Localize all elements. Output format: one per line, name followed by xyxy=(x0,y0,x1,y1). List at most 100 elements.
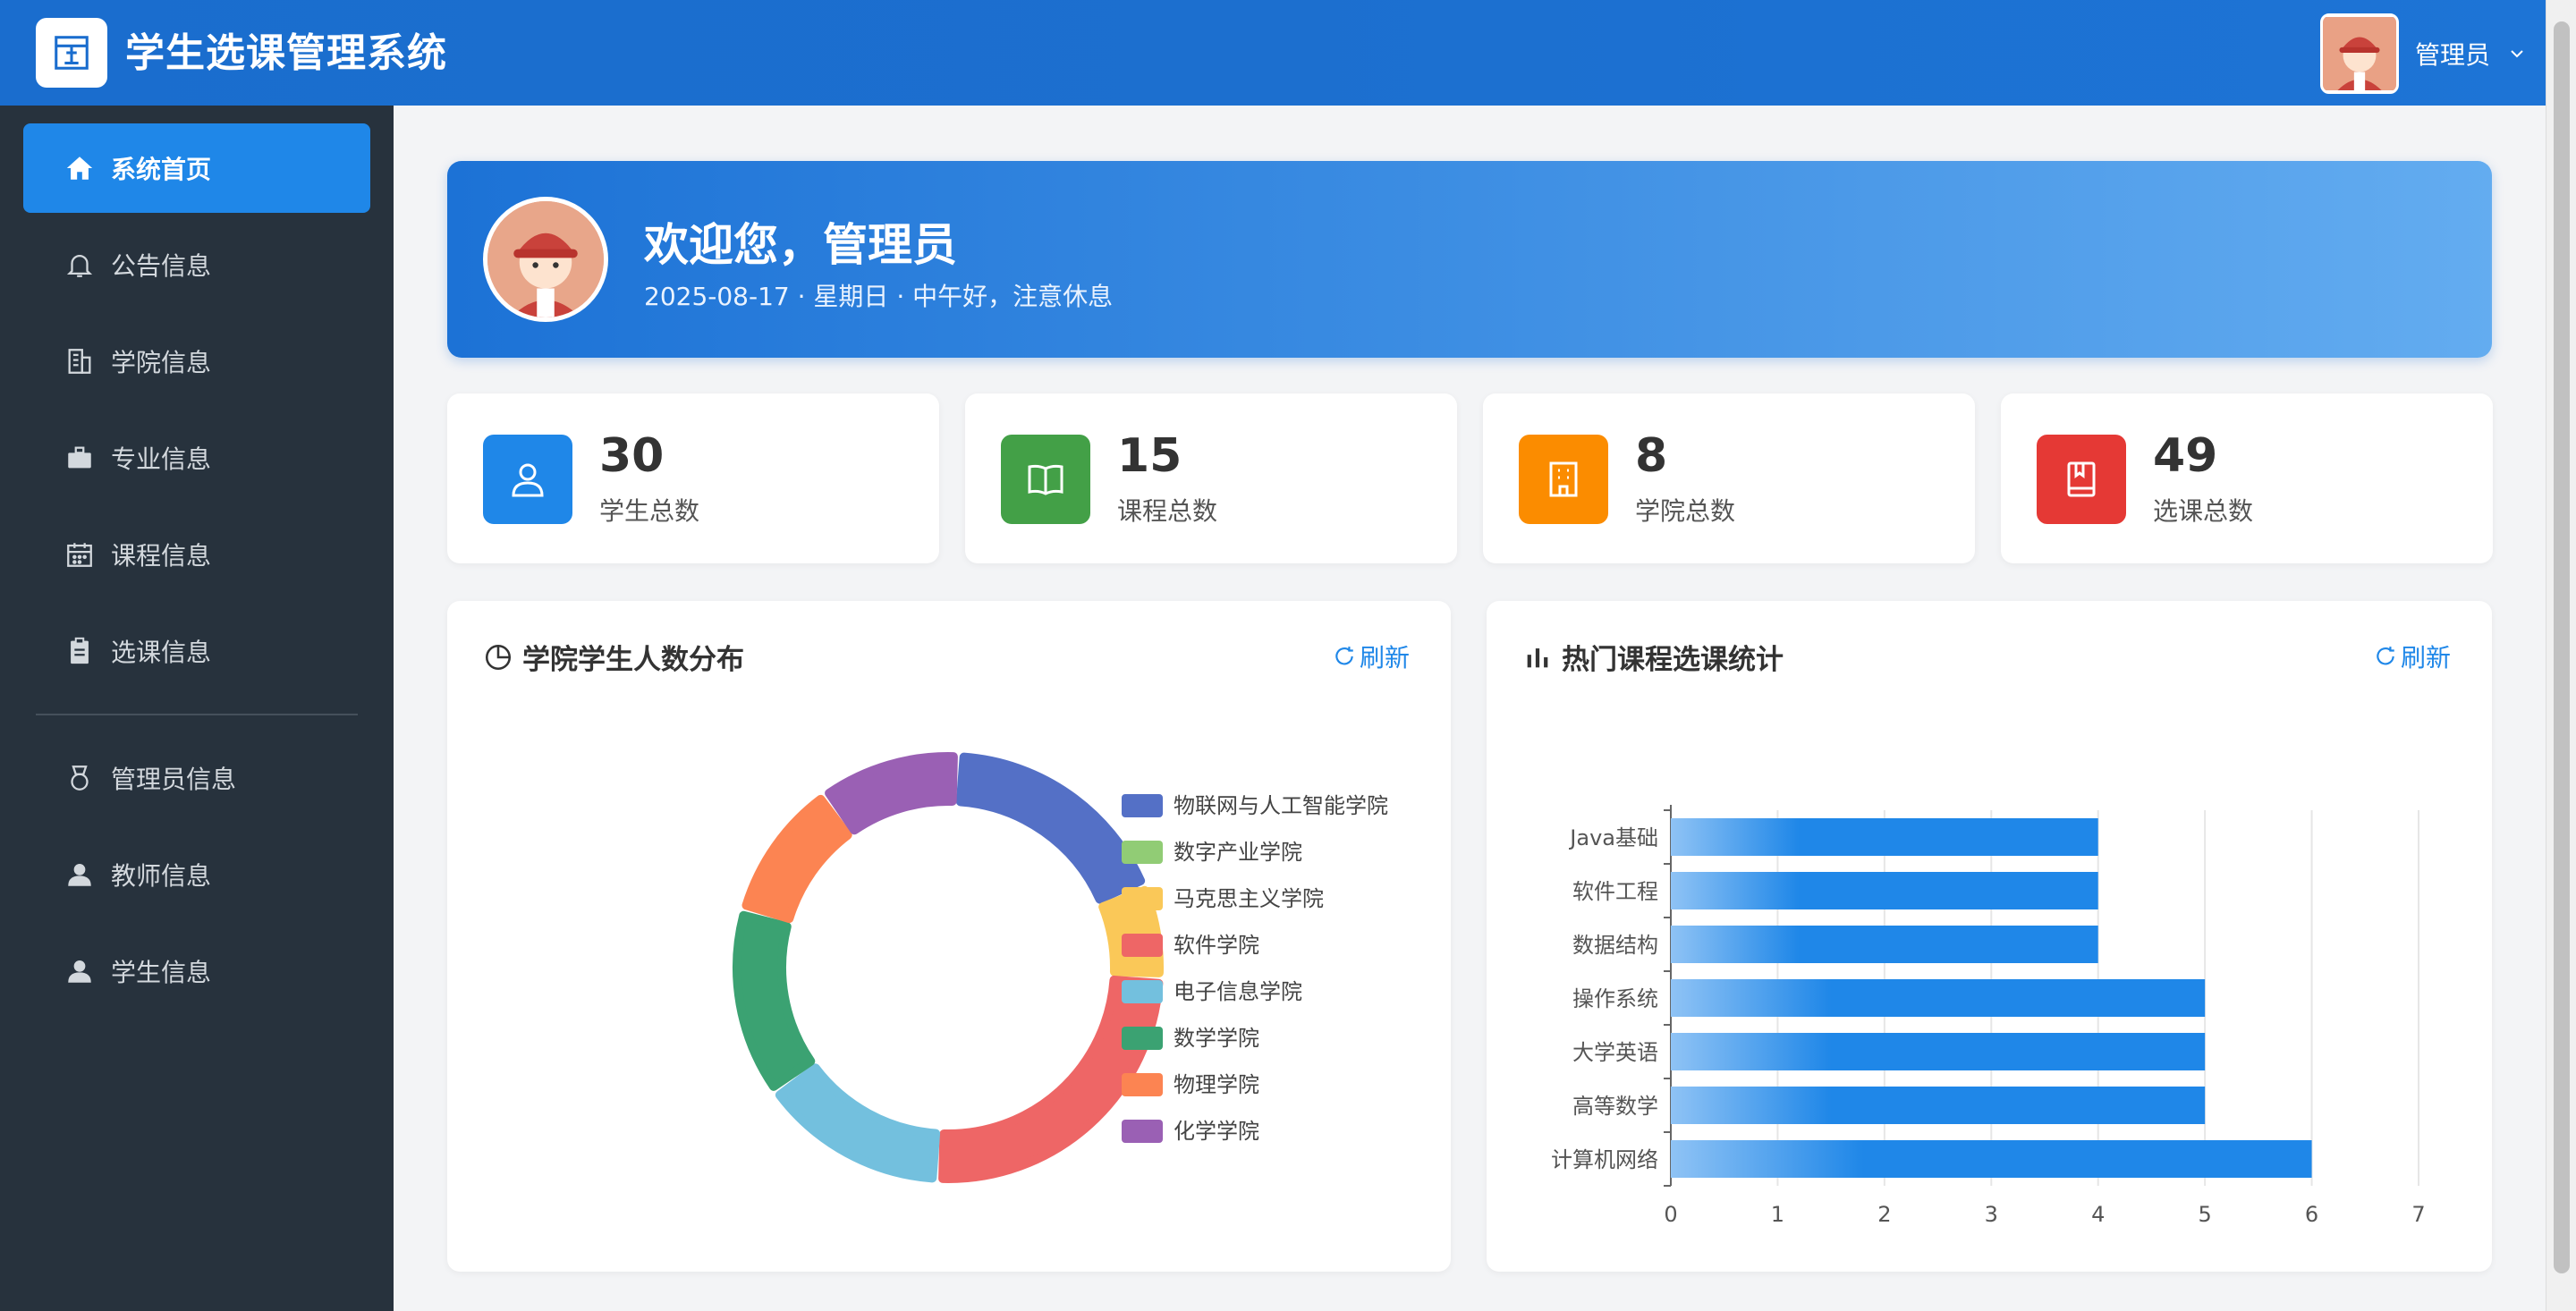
building-icon xyxy=(1549,461,1578,497)
legend-label[interactable]: 物理学院 xyxy=(1174,1072,1259,1097)
stat-card-students: 30 学生总数 xyxy=(447,393,939,563)
x-tick-label: 7 xyxy=(2411,1202,2425,1227)
bookmark-book-icon xyxy=(2067,461,2096,497)
x-tick-label: 4 xyxy=(2091,1202,2105,1227)
sidebar: 系统首页 公告信息 学院信息 专业信息 课程信息 选课信息 管理员信息 教师信息… xyxy=(0,106,394,1311)
calendar-icon xyxy=(67,543,92,567)
legend-swatch[interactable] xyxy=(1122,934,1163,957)
bar[interactable] xyxy=(1671,979,2206,1017)
y-tick-label: 软件工程 xyxy=(1572,879,1658,904)
pie-slice[interactable] xyxy=(733,910,816,1091)
legend-label[interactable]: 软件学院 xyxy=(1174,933,1259,958)
page-scrollbar[interactable] xyxy=(2546,0,2576,1311)
legend-label[interactable]: 数学学院 xyxy=(1174,1026,1259,1051)
avatar xyxy=(483,197,608,322)
pie-slice[interactable] xyxy=(775,1063,941,1183)
stat-label: 选课总数 xyxy=(2153,496,2254,526)
top-header: 学生选课管理系统 管理员 xyxy=(0,0,2576,106)
legend-swatch[interactable] xyxy=(1122,1120,1163,1143)
bar[interactable] xyxy=(1671,872,2098,909)
sidebar-item-students[interactable]: 学生信息 xyxy=(23,926,370,1016)
user-icon xyxy=(68,960,91,983)
medal-icon xyxy=(71,765,89,791)
bar[interactable] xyxy=(1671,1087,2206,1124)
sidebar-item-teachers[interactable]: 教师信息 xyxy=(23,830,370,919)
x-tick-label: 2 xyxy=(1877,1202,1891,1227)
stat-icon-box xyxy=(2037,435,2126,524)
pie-slice[interactable] xyxy=(955,752,1146,904)
welcome-subtitle: 2025-08-17 · 星期日 · 中午好，注意休息 xyxy=(644,282,1114,311)
sidebar-divider xyxy=(36,714,358,715)
popular-courses-panel: 热门课程选课统计 刷新 0 1 2 3 4 5 6 7 Java基础 软件工程 数据结构 操作系统 大学… xyxy=(1487,601,2492,1272)
bar[interactable] xyxy=(1671,1140,2312,1178)
bar[interactable] xyxy=(1671,926,2098,963)
x-tick-label: 3 xyxy=(1985,1202,1998,1227)
clipboard-icon xyxy=(71,637,89,664)
stat-value: 30 xyxy=(599,429,665,483)
legend-swatch[interactable] xyxy=(1122,980,1163,1003)
bar-chart: 0 1 2 3 4 5 6 7 Java基础软件工程数据结构操作系统大学英语高等数学计算机网络 xyxy=(1551,805,2426,1227)
y-tick-label: 计算机网络 xyxy=(1551,1147,1658,1172)
sidebar-item-label: 系统首页 xyxy=(111,155,212,184)
stat-value: 8 xyxy=(1635,429,1668,483)
sidebar-item-courses[interactable]: 课程信息 xyxy=(23,510,370,599)
stat-label: 课程总数 xyxy=(1117,496,1218,526)
sidebar-item-label: 学生信息 xyxy=(111,958,212,987)
x-tick-label: 6 xyxy=(2305,1202,2318,1227)
scrollbar-thumb[interactable] xyxy=(2554,21,2570,1273)
welcome-title: 欢迎您，管理员 xyxy=(644,219,957,271)
bar[interactable] xyxy=(1671,818,2098,856)
y-tick-label: 高等数学 xyxy=(1572,1094,1658,1119)
legend-label[interactable]: 数字产业学院 xyxy=(1174,840,1302,865)
bell-icon xyxy=(66,255,93,277)
stat-card-courses: 15 课程总数 xyxy=(965,393,1457,563)
x-tick-label: 0 xyxy=(1664,1202,1677,1227)
legend-label[interactable]: 物联网与人工智能学院 xyxy=(1174,793,1388,818)
user-name: 管理员 xyxy=(2414,40,2490,70)
pie-chart: 物联网与人工智能学院数字产业学院马克思主义学院软件学院电子信息学院数学学院物理学… xyxy=(733,752,1388,1183)
stat-value: 15 xyxy=(1117,429,1182,483)
y-tick-label: 大学英语 xyxy=(1572,1040,1658,1065)
user-outline-icon xyxy=(512,463,544,497)
y-tick-label: 数据结构 xyxy=(1572,933,1658,958)
sidebar-item-label: 管理员信息 xyxy=(111,765,237,794)
sidebar-item-label: 公告信息 xyxy=(111,251,212,281)
sidebar-item-notices[interactable]: 公告信息 xyxy=(23,220,370,309)
legend-swatch[interactable] xyxy=(1122,794,1163,817)
building-icon xyxy=(68,349,91,374)
user-menu[interactable]: 管理员 xyxy=(2319,13,2528,95)
sidebar-item-home[interactable]: 系统首页 xyxy=(23,123,370,213)
legend-label[interactable]: 化学学院 xyxy=(1174,1119,1259,1144)
user-icon xyxy=(68,863,91,886)
stat-icon-box xyxy=(1001,435,1090,524)
home-icon xyxy=(66,156,93,180)
sidebar-item-admins[interactable]: 管理员信息 xyxy=(23,733,370,823)
legend-swatch[interactable] xyxy=(1122,841,1163,864)
sidebar-item-selections[interactable]: 选课信息 xyxy=(23,606,370,696)
legend-swatch[interactable] xyxy=(1122,1027,1163,1050)
bar[interactable] xyxy=(1671,1033,2206,1070)
x-tick-label: 1 xyxy=(1771,1202,1784,1227)
book-open-icon xyxy=(1028,464,1063,495)
stat-card-selections: 49 选课总数 xyxy=(2001,393,2493,563)
sidebar-item-colleges[interactable]: 学院信息 xyxy=(23,317,370,406)
stat-value: 49 xyxy=(2153,429,2218,483)
legend-label[interactable]: 电子信息学院 xyxy=(1174,979,1302,1004)
building-icon xyxy=(55,36,89,70)
pie-slice[interactable] xyxy=(741,794,852,924)
welcome-banner: 欢迎您，管理员 2025-08-17 · 星期日 · 中午好，注意休息 xyxy=(447,161,2492,358)
legend-swatch[interactable] xyxy=(1122,1073,1163,1096)
college-distribution-panel: 学院学生人数分布 刷新 物联网与人工智能学院 数字产业学院 马克思主义学院 软件学院电… xyxy=(447,601,1451,1272)
stat-label: 学生总数 xyxy=(599,496,700,526)
app-title: 学生选课管理系统 xyxy=(125,30,447,76)
x-tick-label: 5 xyxy=(2199,1202,2212,1227)
legend-label[interactable]: 马克思主义学院 xyxy=(1174,886,1324,911)
legend-swatch[interactable] xyxy=(1122,887,1163,910)
sidebar-item-label: 课程信息 xyxy=(111,541,212,571)
sidebar-item-label: 学院信息 xyxy=(111,348,212,377)
y-tick-label: 操作系统 xyxy=(1572,986,1658,1011)
pie-slice[interactable] xyxy=(825,752,958,835)
sidebar-item-majors[interactable]: 专业信息 xyxy=(23,413,370,503)
sidebar-item-label: 专业信息 xyxy=(111,444,212,474)
stat-icon-box xyxy=(1519,435,1608,524)
